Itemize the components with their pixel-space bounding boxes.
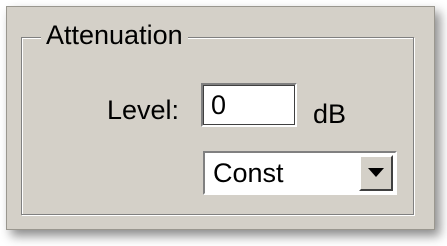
chevron-down-icon xyxy=(368,168,384,177)
mode-dropdown[interactable]: Const xyxy=(203,151,397,195)
level-input[interactable] xyxy=(201,83,297,127)
unit-label: dB xyxy=(313,99,347,129)
group-title: Attenuation xyxy=(41,19,188,51)
level-label: Level: xyxy=(107,95,180,125)
dropdown-button[interactable] xyxy=(359,155,393,191)
attenuation-panel: Attenuation Level: dB Const xyxy=(6,6,435,230)
mode-dropdown-value: Const xyxy=(213,158,284,188)
